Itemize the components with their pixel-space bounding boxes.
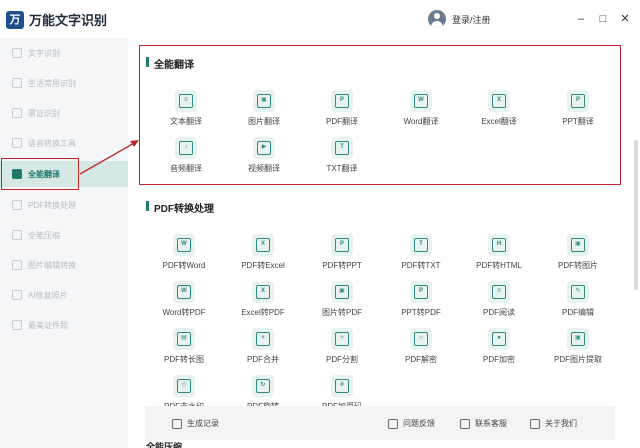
life-ocr-icon xyxy=(12,78,22,88)
tool-pdf-edit[interactable]: ✎ PDF编辑 xyxy=(542,281,614,327)
tool-pdf-encrypt[interactable]: ● PDF加密 xyxy=(463,328,535,374)
pdf-decrypt-icon: ○ xyxy=(410,328,432,350)
title-bar: 万 万能文字识别 登录/注册 – □ ✕ xyxy=(0,0,640,38)
about-icon xyxy=(530,418,540,429)
word-to-pdf-icon: W xyxy=(173,281,195,303)
tool-excel-to-pdf[interactable]: X Excel转PDF xyxy=(227,281,299,327)
highlight-box-translate xyxy=(139,45,621,185)
sidebar-item-life-ocr[interactable]: 生活常用识别 xyxy=(0,70,128,96)
tool-pdf-merge[interactable]: + PDF合并 xyxy=(227,328,299,374)
history-button[interactable]: 生成记录 xyxy=(172,418,219,429)
excel-to-pdf-icon: X xyxy=(252,281,274,303)
pdf-to-excel-icon: X xyxy=(252,234,274,256)
app-logo-icon: 万 xyxy=(6,10,24,29)
image-edit-icon xyxy=(12,260,22,270)
feedback-button[interactable]: 问题反馈 xyxy=(388,418,435,429)
pdf-edit-icon: ✎ xyxy=(567,281,589,303)
highlight-box-sidebar xyxy=(1,158,79,190)
pdf-to-word-icon: W xyxy=(173,234,195,256)
scrollbar[interactable] xyxy=(634,140,638,290)
sidebar-item-compress[interactable]: 全能压缩 xyxy=(0,222,128,248)
tool-pdf-read[interactable]: ≡ PDF阅读 xyxy=(463,281,535,327)
tool-pdf-to-excel[interactable]: X PDF转Excel xyxy=(227,234,299,280)
service-button[interactable]: 联系客服 xyxy=(460,418,507,429)
pdf-to-html-icon: H xyxy=(488,234,510,256)
avatar-icon xyxy=(428,10,446,28)
annotation-arrow xyxy=(79,140,139,175)
tool-pdf-image-extract[interactable]: ▣ PDF图片提取 xyxy=(542,328,614,374)
pdf-merge-icon: + xyxy=(252,328,274,350)
app-title: 万能文字识别 xyxy=(29,13,108,28)
pdf-to-image-icon: ▣ xyxy=(567,234,589,256)
login-label: 登录/注册 xyxy=(452,14,491,25)
image-to-pdf-icon: ▣ xyxy=(331,281,353,303)
about-button[interactable]: 关于我们 xyxy=(530,418,577,429)
sidebar-item-text-ocr[interactable]: 文字识别 xyxy=(0,40,128,66)
sidebar-item-label: 图片编辑转换 xyxy=(28,260,76,270)
tool-image-to-pdf[interactable]: ▣ 图片转PDF xyxy=(306,281,378,327)
text-ocr-icon xyxy=(12,48,22,58)
ppt-to-pdf-icon: P xyxy=(410,281,432,303)
pdf-encrypt-icon: ● xyxy=(488,328,510,350)
section-title-pdf: PDF转换处理 xyxy=(146,200,214,215)
compress-icon xyxy=(12,230,22,240)
pdf-remove-watermark-icon: ◇ xyxy=(173,375,195,397)
pdf-rotate-icon: ↻ xyxy=(252,375,274,397)
voice-icon xyxy=(12,138,22,148)
sidebar-item-ticket-ocr[interactable]: 票证识别 xyxy=(0,100,128,126)
sidebar-item-image-edit[interactable]: 图片编辑转换 xyxy=(0,252,128,278)
pdf-page-number-icon: # xyxy=(331,375,353,397)
sidebar-item-label: AI修复照片 xyxy=(28,290,68,300)
tool-pdf-long-image[interactable]: ▤ PDF转长图 xyxy=(148,328,220,374)
sidebar-item-label: 文字识别 xyxy=(28,48,60,58)
sidebar-item-label: 票证识别 xyxy=(28,108,60,118)
pdf-to-txt-icon: T xyxy=(410,234,432,256)
pdf-long-image-icon: ▤ xyxy=(173,328,195,350)
tool-pdf-to-txt[interactable]: T PDF转TXT xyxy=(385,234,457,280)
ai-repair-icon xyxy=(12,290,22,300)
tool-pdf-split[interactable]: ÷ PDF分割 xyxy=(306,328,378,374)
tool-pdf-to-image[interactable]: ▣ PDF转图片 xyxy=(542,234,614,280)
id-photo-icon xyxy=(12,320,22,330)
sidebar-item-label: 生活常用识别 xyxy=(28,78,76,88)
sidebar-item-label: 全能压缩 xyxy=(28,230,60,240)
history-icon xyxy=(172,418,182,429)
sidebar-item-label: PDF转换处理 xyxy=(28,200,76,210)
sidebar-item-id-photo[interactable]: 最美证件照 xyxy=(0,312,128,338)
close-button[interactable]: ✕ xyxy=(618,12,632,26)
pdf-read-icon: ≡ xyxy=(488,281,510,303)
sidebar-item-label: 最美证件照 xyxy=(28,320,68,330)
tool-ppt-to-pdf[interactable]: P PPT转PDF xyxy=(385,281,457,327)
login-button[interactable]: 登录/注册 xyxy=(428,10,491,28)
pdf-icon xyxy=(12,200,22,210)
pdf-split-icon: ÷ xyxy=(331,328,353,350)
minimize-button[interactable]: – xyxy=(574,12,588,26)
ticket-icon xyxy=(12,108,22,118)
sidebar-item-pdf[interactable]: PDF转换处理 xyxy=(0,192,128,218)
pdf-image-extract-icon: ▣ xyxy=(567,328,589,350)
service-icon xyxy=(460,418,470,429)
app-logo: 万 万能文字识别 xyxy=(6,10,107,29)
tool-pdf-to-html[interactable]: H PDF转HTML xyxy=(463,234,535,280)
tool-pdf-to-ppt[interactable]: P PDF转PPT xyxy=(306,234,378,280)
feedback-icon xyxy=(388,418,398,429)
tool-word-to-pdf[interactable]: W Word转PDF xyxy=(148,281,220,327)
sidebar-item-label: 语音转换工具 xyxy=(28,138,76,148)
sidebar-item-ai-repair[interactable]: AI修复照片 xyxy=(0,282,128,308)
tool-pdf-to-word[interactable]: W PDF转Word xyxy=(148,234,220,280)
sidebar: 文字识别 生活常用识别 票证识别 语音转换工具 全能翻译 PDF转换处理 全能压… xyxy=(0,38,128,448)
tool-pdf-decrypt[interactable]: ○ PDF解密 xyxy=(385,328,457,374)
pdf-to-ppt-icon: P xyxy=(331,234,353,256)
section-title-compress: 全能压缩 xyxy=(146,442,183,448)
maximize-button[interactable]: □ xyxy=(596,12,610,26)
